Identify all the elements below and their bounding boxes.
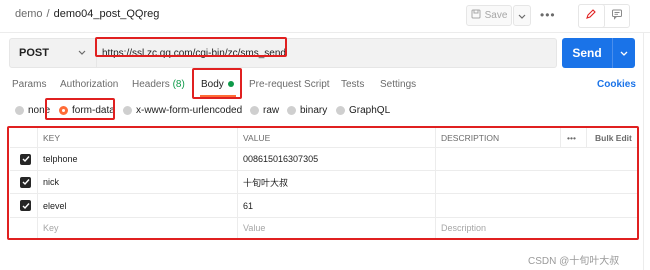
radio-urlencoded-label: x-www-form-urlencoded xyxy=(136,105,243,116)
save-dropdown-button[interactable] xyxy=(513,5,531,26)
pencil-icon xyxy=(585,7,597,25)
annotation-box-table xyxy=(7,126,639,240)
watermark: CSDN @十旬叶大叔 xyxy=(528,256,620,267)
send-dropdown-button[interactable] xyxy=(612,38,635,68)
radio-raw[interactable]: raw xyxy=(250,105,279,116)
annotation-box-url xyxy=(95,37,287,57)
radio-icon xyxy=(287,106,296,115)
request-name[interactable]: demo04_post_QQreg xyxy=(54,8,160,20)
save-label: Save xyxy=(484,10,508,21)
radio-icon xyxy=(123,106,132,115)
top-bar: demo / demo04_post_QQreg Save ••• xyxy=(0,0,650,32)
save-button[interactable]: Save xyxy=(466,5,512,26)
tab-headers-label: Headers xyxy=(132,79,170,90)
radio-urlencoded[interactable]: x-www-form-urlencoded xyxy=(123,105,242,116)
method-label: POST xyxy=(19,47,49,59)
radio-graphql-label: GraphQL xyxy=(349,105,391,116)
chevron-down-icon xyxy=(78,47,86,59)
view-toggle xyxy=(578,4,630,28)
tab-params[interactable]: Params xyxy=(12,79,46,90)
radio-binary[interactable]: binary xyxy=(287,105,327,116)
tab-settings[interactable]: Settings xyxy=(380,79,416,90)
request-tabs: Params Authorization Headers (8) Body Pr… xyxy=(0,74,650,96)
tab-authorization[interactable]: Authorization xyxy=(60,79,118,90)
comment-icon xyxy=(611,7,623,25)
chevron-down-icon xyxy=(620,44,628,62)
radio-graphql[interactable]: GraphQL xyxy=(336,105,390,116)
radio-binary-label: binary xyxy=(300,105,328,116)
radio-icon xyxy=(15,106,24,115)
breadcrumb-separator: / xyxy=(46,8,50,20)
more-actions-button[interactable]: ••• xyxy=(540,8,556,22)
edit-mode-toggle[interactable] xyxy=(578,4,605,28)
tab-pre-request-script[interactable]: Pre-request Script xyxy=(249,79,330,90)
cookies-link[interactable]: Cookies xyxy=(597,79,636,90)
radio-icon xyxy=(250,106,259,115)
method-select[interactable]: POST xyxy=(9,38,97,68)
radio-icon xyxy=(336,106,345,115)
tab-tests[interactable]: Tests xyxy=(341,79,364,90)
divider xyxy=(0,32,650,33)
save-icon xyxy=(471,9,481,22)
tab-headers-count: (8) xyxy=(172,79,185,90)
breadcrumb-parent[interactable]: demo xyxy=(15,8,43,20)
breadcrumb: demo / demo04_post_QQreg xyxy=(15,8,159,20)
tab-headers[interactable]: Headers (8) xyxy=(132,79,185,90)
send-button[interactable]: Send xyxy=(562,38,612,68)
annotation-box-body-tab xyxy=(192,68,242,99)
annotation-box-form-data xyxy=(45,98,115,120)
chevron-down-icon xyxy=(518,7,526,25)
panel-edge xyxy=(643,33,644,270)
radio-raw-label: raw xyxy=(263,105,280,116)
docs-mode-toggle[interactable] xyxy=(605,5,630,27)
